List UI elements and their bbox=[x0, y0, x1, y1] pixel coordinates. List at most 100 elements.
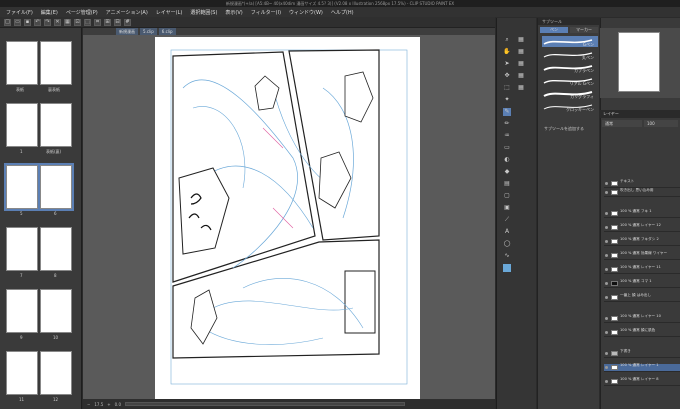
eye-icon[interactable] bbox=[605, 191, 608, 194]
transform-icon[interactable]: ⊡ bbox=[74, 19, 81, 26]
main-color-swatch[interactable] bbox=[503, 264, 511, 272]
balloon-tool-icon[interactable]: ◯ bbox=[503, 240, 511, 248]
eye-icon[interactable] bbox=[605, 296, 608, 299]
tool-panel-icon[interactable]: ▦ bbox=[517, 60, 525, 68]
ruler-tool-icon[interactable]: ⟋ bbox=[503, 216, 511, 224]
crop-icon[interactable]: ⌗ bbox=[94, 19, 101, 26]
page-thumb-5[interactable] bbox=[4, 163, 40, 211]
grid-snap-icon[interactable]: # bbox=[124, 19, 131, 26]
undo-icon[interactable]: ↶ bbox=[34, 19, 41, 26]
new-icon[interactable]: □ bbox=[4, 19, 11, 26]
layer-row[interactable]: 吹き出し 思い込み用 bbox=[604, 188, 680, 197]
layer-row[interactable]: 100 % 通常 コマ 1 bbox=[604, 279, 680, 288]
tool-panel-icon[interactable]: ▦ bbox=[517, 84, 525, 92]
correct-line-icon[interactable]: ∿ bbox=[503, 252, 511, 260]
page-thumb-10[interactable] bbox=[40, 289, 72, 333]
layer-row[interactable]: 下書き bbox=[604, 349, 680, 358]
eye-icon[interactable] bbox=[605, 352, 608, 355]
eye-icon[interactable] bbox=[605, 366, 608, 369]
menu-file[interactable]: ファイル(F) bbox=[6, 9, 33, 16]
eye-icon[interactable] bbox=[605, 380, 608, 383]
layer-row[interactable]: 100 % 通常 顔に肌色 bbox=[604, 328, 680, 337]
text-tool-icon[interactable]: A bbox=[503, 228, 511, 236]
scrollbar-horizontal[interactable] bbox=[125, 402, 405, 406]
redo-icon[interactable]: ↷ bbox=[44, 19, 51, 26]
operation-tool-icon[interactable]: ➤ bbox=[503, 60, 511, 68]
brush-g-pen[interactable]: Gペン bbox=[542, 36, 598, 47]
page-thumb-11[interactable] bbox=[6, 351, 38, 395]
page-thumb-8[interactable] bbox=[40, 227, 72, 271]
menu-window[interactable]: ウィンドウ(W) bbox=[289, 9, 323, 16]
eye-icon[interactable] bbox=[605, 331, 608, 334]
zoom-in-icon[interactable]: + bbox=[107, 402, 110, 407]
brush-kabura-pen[interactable]: カブラペン bbox=[542, 62, 598, 73]
fill-tool-icon[interactable]: ◆ bbox=[503, 168, 511, 176]
menu-page[interactable]: ページ管理(P) bbox=[66, 9, 98, 16]
pencil-tool-icon[interactable]: ✏ bbox=[503, 120, 511, 128]
tab-marker[interactable]: マーカー bbox=[570, 27, 598, 33]
brush-calligraphy[interactable]: カリグラフィ bbox=[542, 88, 598, 99]
auto-select-icon[interactable]: ✦ bbox=[503, 96, 511, 104]
tab-page-5[interactable]: 5.clip bbox=[140, 28, 157, 35]
eraser-tool-icon[interactable]: ▭ bbox=[503, 144, 511, 152]
layer-row[interactable]: 100 % 通常 効果線 ワイヤー bbox=[604, 251, 680, 260]
page-thumb-cover-back[interactable] bbox=[40, 103, 72, 147]
layer-move-icon[interactable]: ✥ bbox=[503, 72, 511, 80]
page-thumb-cover[interactable] bbox=[6, 41, 38, 85]
brush-croquis-pen[interactable]: クロッキーペン bbox=[542, 101, 598, 112]
eye-icon[interactable] bbox=[605, 254, 608, 257]
menu-view[interactable]: 表示(V) bbox=[225, 9, 242, 16]
layer-row[interactable]: 100 % 通常 レイヤー 8 bbox=[604, 377, 680, 386]
canvas-area[interactable] bbox=[83, 28, 495, 400]
navigator-preview[interactable] bbox=[618, 32, 660, 92]
brush-real-g-pen[interactable]: リアル Gペン bbox=[542, 75, 598, 86]
layer-row[interactable]: 一番上 顔 はみ出し bbox=[604, 293, 680, 302]
page-thumb-back-cover[interactable] bbox=[40, 41, 72, 85]
eye-icon[interactable] bbox=[605, 282, 608, 285]
blend-mode-select[interactable]: 通常 bbox=[602, 120, 642, 127]
page-thumb-6[interactable] bbox=[38, 163, 74, 211]
menu-layer[interactable]: レイヤー(L) bbox=[156, 9, 183, 16]
layer-row[interactable]: 100 % 通常 フキ 1 bbox=[604, 209, 680, 218]
deselect-icon[interactable]: ⬚ bbox=[84, 19, 91, 26]
page-thumb-9[interactable] bbox=[6, 289, 38, 333]
layer-row[interactable]: テキスト bbox=[604, 179, 680, 188]
selection-tool-icon[interactable]: ⬚ bbox=[503, 84, 511, 92]
open-icon[interactable]: ▭ bbox=[14, 19, 21, 26]
eye-icon[interactable] bbox=[605, 240, 608, 243]
eye-icon[interactable] bbox=[605, 212, 608, 215]
menu-selection[interactable]: 選択範囲(S) bbox=[190, 9, 217, 16]
save-icon[interactable]: ▪ bbox=[24, 19, 31, 26]
rotate-value[interactable]: 0.0 bbox=[115, 402, 121, 407]
snap-icon[interactable]: ⊞ bbox=[104, 19, 111, 26]
zoom-value[interactable]: 17.5 bbox=[94, 402, 103, 407]
page-thumb-7[interactable] bbox=[6, 227, 38, 271]
brush-round-pen[interactable]: 丸ペン bbox=[542, 49, 598, 60]
layer-row[interactable]: 100 % 通常 レイヤー 10 bbox=[604, 314, 680, 323]
menu-animation[interactable]: アニメーション(A) bbox=[106, 9, 148, 16]
ruler-snap-icon[interactable]: ⊟ bbox=[114, 19, 121, 26]
eye-icon[interactable] bbox=[605, 317, 608, 320]
page-thumb-12[interactable] bbox=[40, 351, 72, 395]
frame-tool-icon[interactable]: ▣ bbox=[503, 204, 511, 212]
pen-tool-icon[interactable]: ✎ bbox=[503, 108, 511, 116]
fill-icon[interactable]: ▦ bbox=[64, 19, 71, 26]
zoom-out-icon[interactable]: − bbox=[87, 402, 90, 407]
tab-pen[interactable]: ペン bbox=[540, 27, 568, 33]
layer-row-selected[interactable]: 100 % 通常 レイヤー 1 bbox=[604, 363, 680, 372]
manga-page-canvas[interactable] bbox=[83, 28, 495, 400]
menu-filter[interactable]: フィルター(I) bbox=[251, 9, 281, 16]
menu-edit[interactable]: 編集(E) bbox=[41, 9, 58, 16]
tool-panel-icon[interactable]: ▦ bbox=[517, 36, 525, 44]
eye-icon[interactable] bbox=[605, 226, 608, 229]
opacity-field[interactable]: 100 bbox=[644, 120, 678, 127]
tab-document[interactable]: 新規漫画 bbox=[116, 28, 138, 35]
tool-panel-icon[interactable]: ▦ bbox=[517, 72, 525, 80]
blend-tool-icon[interactable]: ◐ bbox=[503, 156, 511, 164]
tool-panel-icon[interactable]: ▦ bbox=[517, 48, 525, 56]
eye-icon[interactable] bbox=[605, 182, 608, 185]
clear-icon[interactable]: ✕ bbox=[54, 19, 61, 26]
layer-row[interactable]: 100 % 通常 フキダシ 2 bbox=[604, 237, 680, 246]
menu-help[interactable]: ヘルプ(H) bbox=[331, 9, 354, 16]
brush-tool-icon[interactable]: ♒ bbox=[503, 132, 511, 140]
